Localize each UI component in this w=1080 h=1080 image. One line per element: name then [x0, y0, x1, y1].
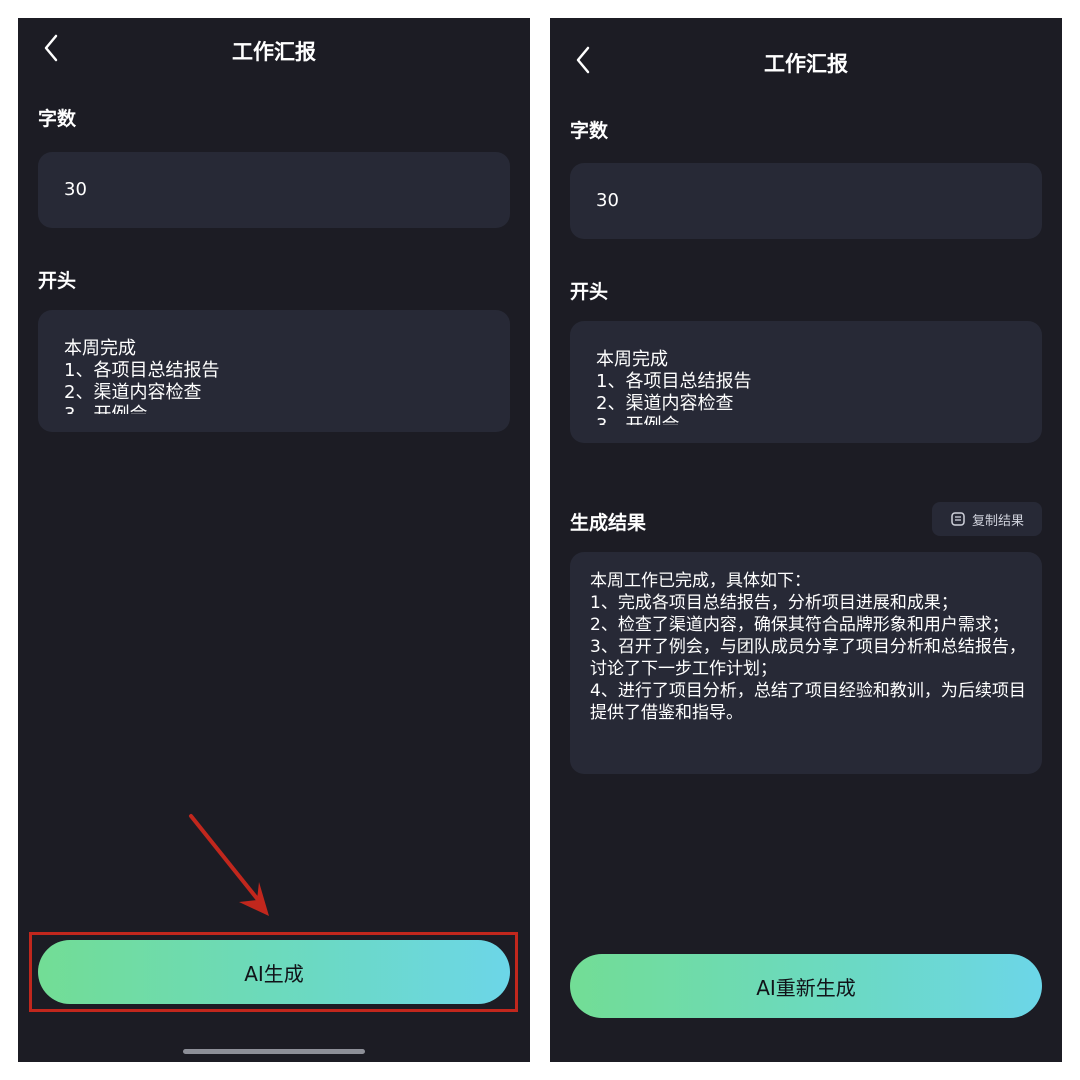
word-count-value: 30: [64, 179, 87, 200]
opening-label: 开头: [570, 281, 609, 303]
page-title: 工作汇报: [764, 52, 848, 76]
word-count-field[interactable]: 30: [38, 152, 510, 228]
opening-label: 开头: [38, 270, 77, 292]
right-screen: 工作汇报 字数 30 开头 本周完成 1、各项目总结报告 2、渠道内容检查 3、…: [550, 18, 1062, 1062]
word-count-value: 30: [596, 190, 619, 211]
copy-result-button[interactable]: 复制结果: [932, 502, 1042, 536]
opening-text-value: 本周完成 1、各项目总结报告 2、渠道内容检查 3、开例会: [64, 338, 220, 414]
page-title: 工作汇报: [232, 40, 316, 64]
opening-text-field[interactable]: 本周完成 1、各项目总结报告 2、渠道内容检查 3、开例会: [570, 321, 1042, 443]
left-screen: 工作汇报 字数 30 开头 本周完成 1、各项目总结报告 2、渠道内容检查 3、…: [18, 18, 530, 1062]
header: 工作汇报: [550, 18, 1062, 82]
ai-generate-button[interactable]: AI生成: [38, 940, 510, 1004]
home-indicator: [183, 1049, 365, 1054]
word-count-field[interactable]: 30: [570, 163, 1042, 239]
copy-result-label: 复制结果: [971, 513, 1024, 529]
opening-text-value: 本周完成 1、各项目总结报告 2、渠道内容检查 3、开例会: [596, 349, 752, 425]
result-text-field: 本周工作已完成，具体如下： 1、完成各项目总结报告，分析项目进展和成果； 2、检…: [570, 552, 1042, 774]
header: 工作汇报: [18, 18, 530, 82]
result-text: 本周工作已完成，具体如下： 1、完成各项目总结报告，分析项目进展和成果； 2、检…: [590, 571, 1026, 723]
copy-document-icon: [951, 512, 965, 526]
opening-text-field[interactable]: 本周完成 1、各项目总结报告 2、渠道内容检查 3、开例会: [38, 310, 510, 432]
word-count-label: 字数: [570, 120, 609, 142]
word-count-label: 字数: [38, 108, 77, 130]
annotation-arrow: [189, 814, 269, 916]
ai-regenerate-button[interactable]: AI重新生成: [570, 954, 1042, 1018]
result-label: 生成结果: [570, 512, 647, 534]
